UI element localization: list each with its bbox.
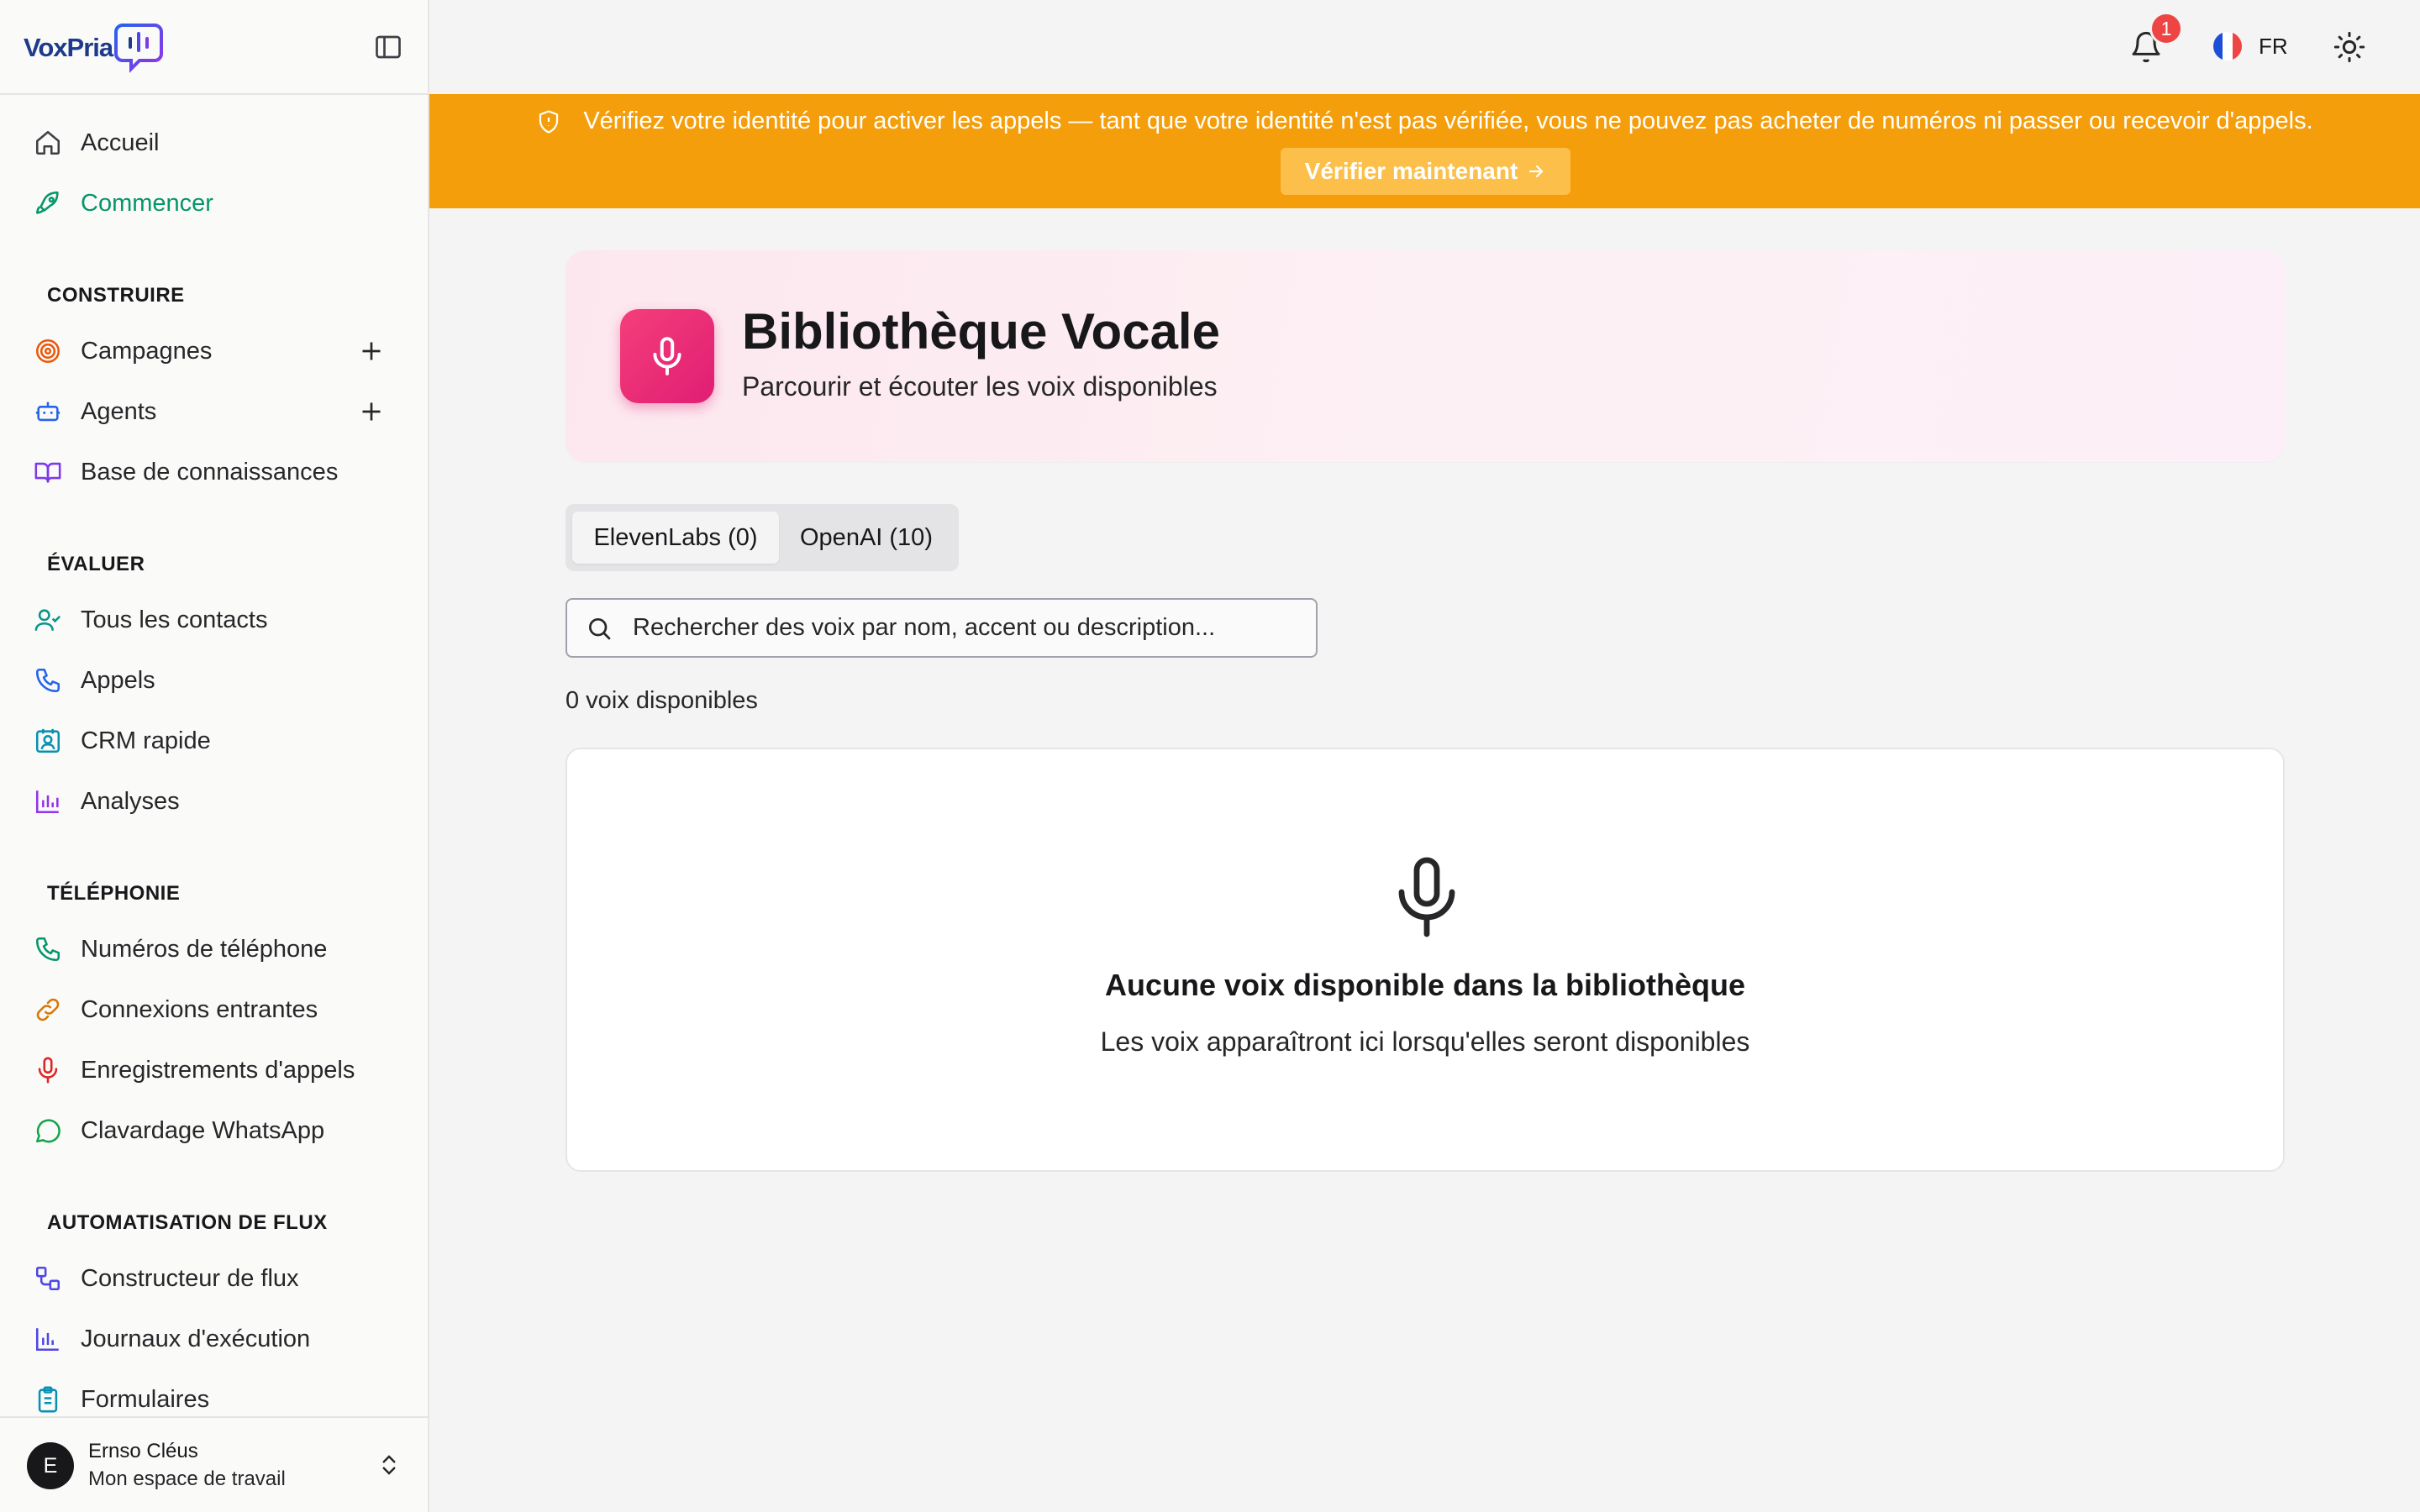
sidebar-item-label: Clavardage WhatsApp	[81, 1116, 325, 1144]
user-name: Ernso Cléus	[88, 1440, 198, 1462]
sidebar-item-numeros-de-telephone[interactable]: Numéros de téléphone	[34, 926, 387, 973]
home-icon	[35, 130, 60, 155]
link-icon	[36, 998, 60, 1021]
top-bar	[429, 0, 2420, 94]
sidebar-item-label: Tous les contacts	[81, 606, 268, 633]
notification-badge: 1	[2149, 12, 2183, 45]
sidebar-item-label: Campagnes	[81, 337, 213, 365]
sidebar-toggle-icon[interactable]	[373, 32, 403, 62]
sidebar-nav: Accueil Commencer CONSTRUIRE Campagnes A…	[0, 95, 428, 1416]
book-icon	[34, 462, 61, 483]
phone-icon	[35, 668, 60, 693]
bar-chart-icon	[35, 790, 59, 814]
sun-icon[interactable]	[2333, 30, 2366, 64]
page-title: Bibliothèque Vocale	[742, 303, 1220, 360]
workflow-icon	[35, 1266, 60, 1291]
verification-banner: Vérifiez votre identité pour activer les…	[429, 94, 2420, 208]
sidebar-item-label: Commencer	[81, 189, 213, 217]
banner-message-row: Vérifiez votre identité pour activer les…	[429, 108, 2420, 135]
empty-state-card: Aucune voix disponible dans la bibliothè…	[566, 748, 2285, 1172]
sidebar-item-constructeur-de-flux[interactable]: Constructeur de flux	[34, 1255, 387, 1302]
sidebar-item-label: Journaux d'exécution	[81, 1325, 311, 1352]
verify-now-label: Vérifier maintenant	[1304, 158, 1518, 184]
sidebar-item-label: Base de connaissances	[81, 458, 339, 486]
workspace-name: Mon espace de travail	[88, 1467, 286, 1490]
mic-icon	[1398, 857, 1455, 937]
mic-icon	[38, 1057, 58, 1084]
user-menu[interactable]: E Ernso Cléus Mon espace de travail	[0, 1416, 428, 1512]
chat-bubble-icon	[35, 1119, 60, 1143]
empty-state-title: Aucune voix disponible dans la bibliothè…	[1104, 968, 1746, 1002]
page-subtitle: Parcourir et écouter les voix disponible…	[742, 371, 1218, 402]
target-icon	[35, 339, 60, 364]
france-flag-icon[interactable]	[2213, 32, 2242, 60]
brand-logo[interactable]: VoxPria	[24, 22, 164, 74]
tab-elevenlabs[interactable]: ElevenLabs (0)	[572, 512, 779, 564]
sidebar-item-clavardage-whatsapp[interactable]: Clavardage WhatsApp	[34, 1107, 387, 1154]
voice-search	[566, 598, 1318, 658]
provider-tabs: ElevenLabs (0) OpenAI (10)	[566, 504, 959, 571]
sidebar-item-campagnes[interactable]: Campagnes	[34, 328, 387, 375]
user-check-icon	[34, 609, 61, 631]
add-campaign-icon[interactable]	[356, 336, 387, 366]
section-title-evaluer: ÉVALUER	[47, 553, 145, 575]
voice-bars-icon	[114, 24, 164, 73]
sidebar-item-label: Agents	[81, 397, 157, 425]
clipboard-icon	[38, 1386, 58, 1413]
chevrons-up-down-icon[interactable]	[376, 1450, 402, 1480]
section-title-construire: CONSTRUIRE	[47, 284, 185, 307]
sidebar-item-label: Accueil	[81, 129, 160, 156]
sidebar-item-agents[interactable]: Agents	[34, 388, 387, 435]
sidebar-item-label: Constructeur de flux	[81, 1264, 299, 1292]
mic-icon	[653, 337, 681, 375]
shield-alert-icon	[539, 109, 559, 134]
sidebar-item-journaux-dexecution[interactable]: Journaux d'exécution	[34, 1315, 387, 1362]
sidebar-item-appels[interactable]: Appels	[34, 657, 387, 704]
sidebar-item-commencer[interactable]: Commencer	[34, 180, 387, 227]
arrow-right-icon	[1529, 165, 1544, 178]
phone-icon	[35, 937, 60, 962]
banner-message: Vérifiez votre identité pour activer les…	[583, 108, 2313, 134]
voice-count: 0 voix disponibles	[566, 687, 758, 714]
sidebar-item-crm-rapide[interactable]: CRM rapide	[34, 717, 387, 764]
sidebar-item-tous-les-contacts[interactable]: Tous les contacts	[34, 596, 387, 643]
sidebar-item-connexions-entrantes[interactable]: Connexions entrantes	[34, 986, 387, 1033]
language-selector[interactable]: FR	[2259, 34, 2288, 60]
sidebar-item-enregistrements-dappels[interactable]: Enregistrements d'appels	[34, 1047, 387, 1094]
bot-icon	[35, 402, 60, 422]
sidebar-item-label: CRM rapide	[81, 727, 211, 754]
sidebar-item-base-de-connaissances[interactable]: Base de connaissances	[34, 449, 387, 496]
page-icon	[620, 309, 714, 403]
search-icon	[589, 617, 611, 639]
verify-now-button[interactable]: Vérifier maintenant	[1281, 148, 1570, 195]
empty-state-subtitle: Les voix apparaîtront ici lorsqu'elles s…	[1100, 1026, 1750, 1057]
sidebar-item-label: Numéros de téléphone	[81, 935, 328, 963]
brand-name: VoxPria	[24, 33, 113, 62]
sidebar-header: VoxPria	[0, 0, 428, 95]
sidebar: VoxPria Accueil Commencer CONSTRUIRE Cam…	[0, 0, 429, 1512]
section-title-automatisation: AUTOMATISATION DE FLUX	[47, 1211, 328, 1234]
sidebar-item-label: Formulaires	[81, 1385, 210, 1413]
add-agent-icon[interactable]	[356, 396, 387, 427]
sidebar-item-label: Analyses	[81, 787, 180, 815]
sidebar-item-accueil[interactable]: Accueil	[34, 119, 387, 166]
search-input[interactable]	[633, 614, 1288, 642]
section-title-telephonie: TÉLÉPHONIE	[47, 882, 181, 905]
sidebar-item-analyses[interactable]: Analyses	[34, 778, 387, 825]
sidebar-item-label: Appels	[81, 666, 155, 694]
bar-chart-icon	[35, 1328, 59, 1352]
sidebar-item-formulaires[interactable]: Formulaires	[34, 1376, 387, 1416]
tab-openai[interactable]: OpenAI (10)	[781, 512, 952, 564]
sidebar-item-label: Connexions entrantes	[81, 995, 318, 1023]
page-header-card: Bibliothèque Vocale Parcourir et écouter…	[566, 250, 2285, 462]
rocket-icon	[35, 191, 59, 214]
sidebar-item-label: Enregistrements d'appels	[81, 1056, 355, 1084]
avatar: E	[27, 1442, 74, 1489]
contact-card-icon	[35, 728, 60, 753]
